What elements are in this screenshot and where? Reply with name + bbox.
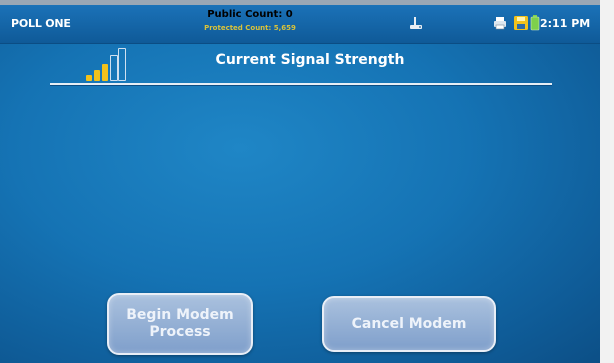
cancel-modem-label: Cancel Modem [351,315,467,332]
right-bezel [600,0,614,363]
battery-icon [530,15,540,31]
title-divider [50,83,552,85]
signal-bar-4 [110,55,118,81]
cancel-modem-button[interactable]: Cancel Modem [322,296,496,352]
begin-modem-process-button[interactable]: Begin Modem Process [107,293,253,355]
public-count: Public Count: 0 [207,9,293,20]
status-bar: POLL ONE Public Count: 0 Protected Count… [0,5,600,44]
modem-icon [408,15,424,31]
device-screen: POLL ONE Public Count: 0 Protected Count… [0,5,600,363]
signal-bar-2 [94,70,100,81]
protected-count: Protected Count: 5,659 [204,24,296,32]
begin-modem-process-label: Begin Modem Process [126,307,234,340]
save-icon [513,15,529,31]
printer-icon [492,15,508,31]
signal-bar-1 [86,75,92,81]
signal-strength-icon [84,43,134,81]
signal-bar-5 [118,48,126,81]
clock-time: 2:11 PM [540,17,591,30]
signal-bar-3 [102,64,108,81]
page-title: Current Signal Strength [215,52,405,68]
